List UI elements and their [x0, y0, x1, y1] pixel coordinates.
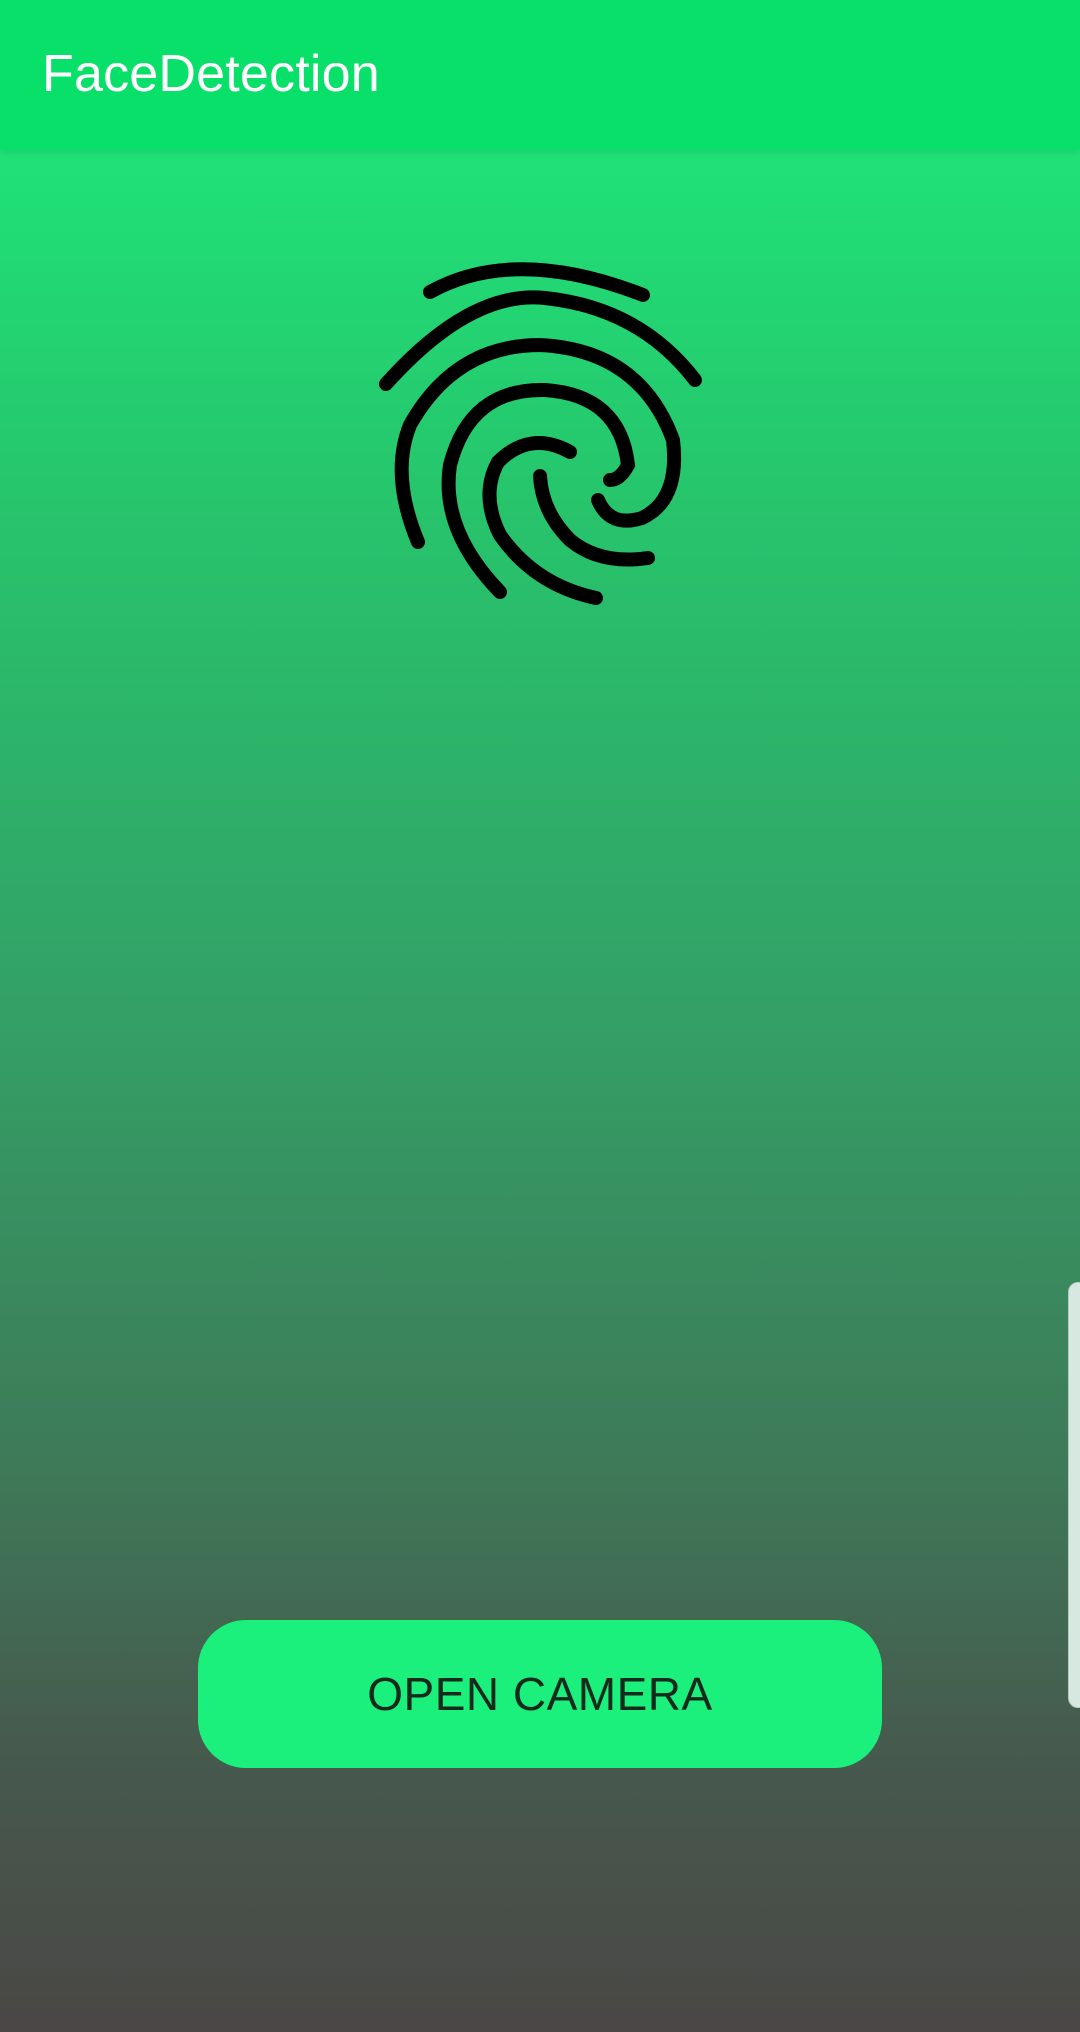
open-camera-button[interactable]: OPEN CAMERA: [198, 1620, 882, 1768]
screen: FaceDetection OPEN CAMERA: [0, 0, 1080, 2032]
open-camera-label: OPEN CAMERA: [367, 1668, 713, 1720]
app-title: FaceDetection: [42, 45, 380, 103]
app-bar: FaceDetection: [0, 0, 1080, 150]
edge-panel-handle[interactable]: [1068, 1282, 1080, 1708]
fingerprint-icon: [379, 262, 702, 605]
